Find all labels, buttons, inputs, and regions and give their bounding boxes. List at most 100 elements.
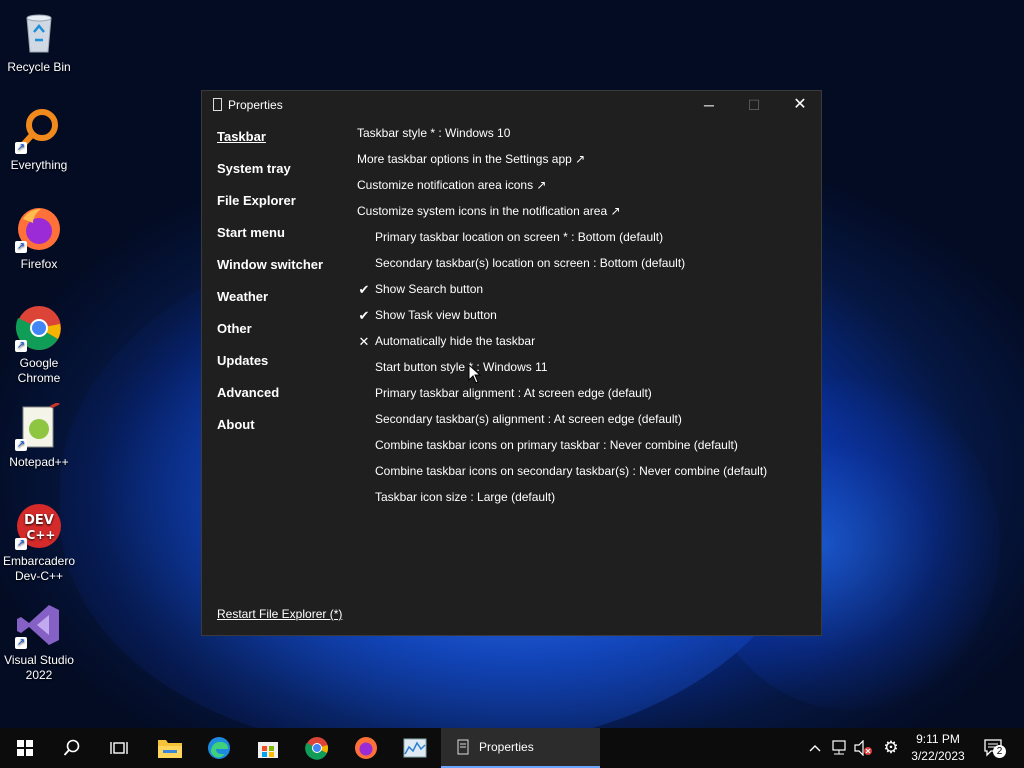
- taskbar: Properties ⚙ 9:11 PM 3/22/2023 2: [0, 728, 1024, 768]
- sidebar-item-weather[interactable]: Weather: [217, 289, 323, 321]
- setting-label: Customize system icons in the notificati…: [357, 204, 621, 218]
- minimize-button[interactable]: ─: [686, 91, 732, 119]
- desktop-icon-label: Visual Studio 2022: [4, 653, 74, 682]
- shortcut-arrow-icon: ↗: [15, 637, 27, 649]
- desktop-icon-label: Everything: [10, 158, 68, 172]
- desktop-icon-label: Google Chrome: [17, 356, 61, 385]
- maximize-button[interactable]: ☐: [731, 91, 777, 119]
- taskbar-store[interactable]: [245, 728, 291, 768]
- edge-icon: [208, 737, 230, 759]
- taskbar-properties-active[interactable]: Properties: [441, 728, 600, 768]
- notepad-plus-plus-icon: ↗: [15, 401, 63, 451]
- notification-count-badge: 2: [993, 745, 1006, 758]
- desktop-icon-label: Recycle Bin: [7, 60, 71, 74]
- shortcut-arrow-icon: ↗: [15, 142, 27, 154]
- network-icon: [832, 740, 846, 755]
- setting-label: Show Task view button: [375, 308, 497, 322]
- monitor-chart-icon: [403, 738, 427, 758]
- desktop-icon-recycle-bin[interactable]: Recycle Bin: [0, 8, 78, 75]
- recycle-bin-icon: [15, 8, 63, 56]
- svg-text:C++: C++: [27, 528, 56, 542]
- sidebar-item-window-switcher[interactable]: Window switcher: [217, 257, 323, 289]
- sidebar-item-start-menu[interactable]: Start menu: [217, 225, 323, 257]
- chrome-icon: ↗: [15, 304, 63, 352]
- document-icon: [457, 739, 469, 755]
- clock-time: 9:11 PM: [916, 732, 960, 746]
- visual-studio-icon: ↗: [15, 601, 63, 649]
- notification-center-button[interactable]: 2: [980, 728, 1008, 768]
- setting-label: Primary taskbar location on screen * : B…: [375, 230, 664, 244]
- setting-label: Combine taskbar icons on primary taskbar…: [375, 438, 738, 452]
- dev-cpp-icon: DEV C++ ↗: [15, 502, 63, 550]
- desktop-icon-label: Firefox: [20, 257, 58, 271]
- taskbar-file-explorer[interactable]: [147, 728, 193, 768]
- sidebar-item-system-tray[interactable]: System tray: [217, 161, 323, 193]
- window-titlebar[interactable]: Properties ─ ☐ ✕: [202, 91, 821, 119]
- chrome-icon: [305, 737, 329, 760]
- desktop-icon-label: Embarcadero Dev-C++: [2, 554, 76, 583]
- setting-label: Show Search button: [375, 282, 484, 296]
- taskbar-firefox[interactable]: [343, 728, 389, 768]
- sidebar-item-taskbar[interactable]: Taskbar: [217, 129, 323, 161]
- desktop-icon-notepad-plus-plus[interactable]: ↗ Notepad++: [0, 401, 78, 470]
- start-button[interactable]: [2, 728, 48, 768]
- settings-button[interactable]: ⚙: [879, 728, 903, 768]
- checkmark-icon: ✔: [358, 308, 370, 323]
- sidebar-item-updates[interactable]: Updates: [217, 353, 323, 385]
- chevron-up-icon: [809, 745, 821, 752]
- tray-overflow-button[interactable]: [804, 728, 826, 768]
- restart-file-explorer-link[interactable]: Restart File Explorer (*): [217, 607, 342, 621]
- sidebar-item-advanced[interactable]: Advanced: [217, 385, 323, 417]
- firefox-icon: ↗: [15, 205, 63, 253]
- sidebar-item-file-explorer[interactable]: File Explorer: [217, 193, 323, 225]
- taskbar-resource-monitor[interactable]: [392, 728, 438, 768]
- taskbar-active-label: Properties: [479, 740, 534, 754]
- taskbar-chrome[interactable]: [294, 728, 340, 768]
- setting-label: Start button style * : Windows 11: [375, 360, 548, 374]
- setting-label: Automatically hide the taskbar: [375, 334, 536, 348]
- everything-icon: ↗: [15, 106, 63, 154]
- desktop-icon-visual-studio[interactable]: ↗ Visual Studio 2022: [0, 601, 78, 683]
- setting-label: Taskbar icon size : Large (default): [375, 490, 556, 504]
- search-button[interactable]: [49, 728, 95, 768]
- window-title: Properties: [228, 98, 283, 112]
- setting-label: Secondary taskbar(s) alignment : At scre…: [375, 412, 682, 426]
- sidebar-item-about[interactable]: About: [217, 417, 323, 449]
- desktop-icon-everything[interactable]: ↗ Everything: [0, 106, 78, 173]
- task-view-icon: [110, 742, 128, 754]
- cross-icon: ✕: [358, 334, 370, 349]
- shortcut-arrow-icon: ↗: [15, 340, 27, 352]
- setting-label: Taskbar style * : Windows 10: [357, 126, 511, 140]
- setting-label: Customize notification area icons ↗: [357, 178, 547, 192]
- volume-muted-icon: [854, 740, 872, 756]
- gear-icon: ⚙: [883, 738, 899, 757]
- shortcut-arrow-icon: ↗: [15, 241, 27, 253]
- clock-date: 3/22/2023: [911, 749, 965, 763]
- taskbar-edge[interactable]: [196, 728, 242, 768]
- properties-window: Properties ─ ☐ ✕ Taskbar System tray Fil…: [201, 90, 822, 636]
- task-view-button[interactable]: [96, 728, 142, 768]
- setting-label: More taskbar options in the Settings app…: [357, 152, 586, 166]
- checkmark-icon: ✔: [358, 282, 370, 297]
- setting-label: Combine taskbar icons on secondary taskb…: [375, 464, 768, 478]
- network-button[interactable]: [828, 728, 850, 768]
- sidebar-nav: Taskbar System tray File Explorer Start …: [217, 129, 323, 449]
- firefox-icon: [355, 737, 377, 759]
- windows-logo-icon: [17, 740, 33, 756]
- shortcut-arrow-icon: ↗: [15, 538, 27, 550]
- store-icon: [258, 742, 278, 758]
- volume-button[interactable]: [852, 728, 874, 768]
- search-icon: [63, 739, 80, 756]
- sidebar-item-other[interactable]: Other: [217, 321, 323, 353]
- svg-text:DEV: DEV: [24, 513, 54, 528]
- taskbar-clock[interactable]: 9:11 PM 3/22/2023: [906, 731, 970, 765]
- desktop-icon-dev-cpp[interactable]: DEV C++ ↗ Embarcadero Dev-C++: [0, 502, 78, 584]
- desktop-icon-google-chrome[interactable]: ↗ Google Chrome: [0, 304, 78, 386]
- document-icon: [213, 98, 222, 111]
- setting-label: Secondary taskbar(s) location on screen …: [375, 256, 686, 270]
- close-button[interactable]: ✕: [777, 91, 823, 119]
- setting-label: Primary taskbar alignment : At screen ed…: [375, 386, 652, 400]
- folder-icon: [158, 740, 182, 758]
- desktop-icon-label: Notepad++: [9, 455, 69, 469]
- desktop-icon-firefox[interactable]: ↗ Firefox: [0, 205, 78, 272]
